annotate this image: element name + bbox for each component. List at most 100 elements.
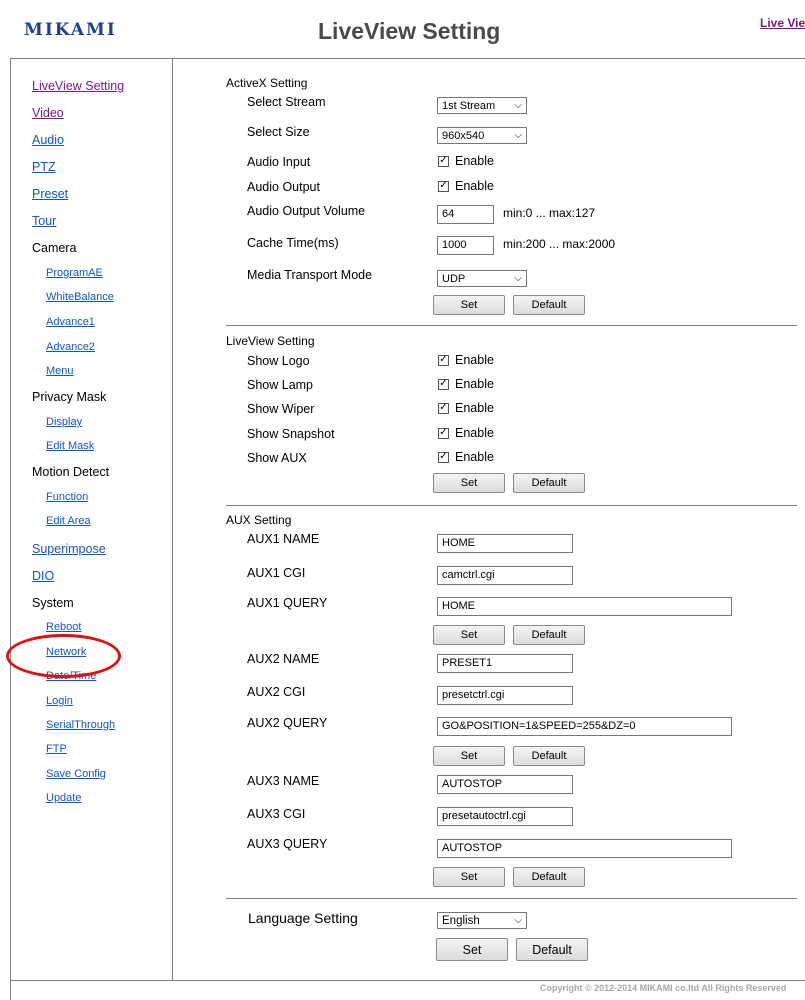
sidebar-item-tour[interactable]: Tour <box>32 214 56 228</box>
sidebar-item-ptz[interactable]: PTZ <box>32 160 56 174</box>
activex-title: ActiveX Setting <box>226 76 308 90</box>
sidebar-item-liveview-setting[interactable]: LiveView Setting <box>32 79 124 93</box>
sidebar-item-update[interactable]: Update <box>46 792 81 804</box>
sidebar-section-system: System <box>32 596 74 610</box>
section-divider <box>226 325 797 326</box>
aux1-default-button[interactable]: Default <box>513 625 585 645</box>
language-default-button[interactable]: Default <box>516 938 588 961</box>
enable-label: Enable <box>455 353 494 367</box>
aux2-query-input[interactable]: GO&POSITION=1&SPEED=255&DZ=0 <box>437 717 732 736</box>
sidebar-section-camera: Camera <box>32 241 77 255</box>
select-size-label: Select Size <box>247 125 310 139</box>
sidebar-item-advance2[interactable]: Advance2 <box>46 341 95 353</box>
highlight-circle <box>6 634 121 678</box>
sidebar-item-edit-area[interactable]: Edit Area <box>46 515 91 527</box>
show-logo-checkbox[interactable]: ✓ Enable <box>438 353 494 367</box>
sidebar-item-edit-mask[interactable]: Edit Mask <box>46 440 94 452</box>
footer-divider <box>10 980 805 981</box>
audio-output-checkbox[interactable]: ✓ Enable <box>438 179 494 193</box>
language-setting-label: Language Setting <box>248 910 358 926</box>
aux1-name-label: AUX1 NAME <box>247 532 320 546</box>
header-divider <box>10 58 805 59</box>
checkmark-icon: ✓ <box>438 155 449 167</box>
sidebar-item-advance1[interactable]: Advance1 <box>46 316 95 328</box>
cache-time-label: Cache Time(ms) <box>247 236 339 250</box>
chevron-down-icon: ⌵ <box>514 130 522 141</box>
sidebar-item-function[interactable]: Function <box>46 491 88 503</box>
aux3-cgi-input[interactable]: presetautoctrl.cgi <box>437 807 573 826</box>
aux-title: AUX Setting <box>226 513 292 527</box>
aux1-name-input[interactable]: HOME <box>437 534 573 553</box>
aux3-name-label: AUX3 NAME <box>247 774 320 788</box>
sidebar-divider <box>172 58 173 980</box>
sidebar-item-dio[interactable]: DIO <box>32 569 54 583</box>
aux1-query-input[interactable]: HOME <box>437 597 732 616</box>
aux2-default-button[interactable]: Default <box>513 746 585 766</box>
checkmark-icon: ✓ <box>438 451 449 463</box>
volume-range-hint: min:0 ... max:127 <box>503 206 596 220</box>
aux3-default-button[interactable]: Default <box>513 867 585 887</box>
live-view-link[interactable]: Live View <box>760 16 805 30</box>
sidebar-item-save-config[interactable]: Save Config <box>46 768 106 780</box>
language-set-button[interactable]: Set <box>436 938 508 961</box>
cache-time-input[interactable]: 1000 <box>437 236 494 255</box>
sidebar-item-superimpose[interactable]: Superimpose <box>32 542 106 556</box>
activex-default-button[interactable]: Default <box>513 295 585 315</box>
select-stream-dropdown[interactable]: 1st Stream ⌵ <box>437 97 527 114</box>
activex-set-button[interactable]: Set <box>433 295 505 315</box>
sidebar-section-motion-detect: Motion Detect <box>32 465 110 479</box>
aux1-cgi-input[interactable]: camctrl.cgi <box>437 566 573 585</box>
chevron-down-icon: ⌵ <box>514 915 522 926</box>
sidebar-item-display[interactable]: Display <box>46 416 82 428</box>
sidebar-item-video[interactable]: Video <box>32 106 64 120</box>
show-wiper-label: Show Wiper <box>247 402 315 416</box>
aux1-set-button[interactable]: Set <box>433 625 505 645</box>
sidebar-item-login[interactable]: Login <box>46 695 73 707</box>
checkmark-icon: ✓ <box>438 378 449 390</box>
sidebar-item-whitebalance[interactable]: WhiteBalance <box>46 291 114 303</box>
aux3-query-label: AUX3 QUERY <box>247 837 328 851</box>
sidebar-item-programae[interactable]: ProgramAE <box>46 267 103 279</box>
aux2-cgi-label: AUX2 CGI <box>247 685 306 699</box>
select-size-dropdown[interactable]: 960x540 ⌵ <box>437 127 527 144</box>
select-stream-value: 1st Stream <box>442 99 496 112</box>
section-divider <box>226 898 797 899</box>
show-snapshot-checkbox[interactable]: ✓ Enable <box>438 426 494 440</box>
media-transport-label: Media Transport Mode <box>247 268 373 282</box>
sidebar-item-ftp[interactable]: FTP <box>46 743 67 755</box>
aux2-query-label: AUX2 QUERY <box>247 716 328 730</box>
sidebar-item-audio[interactable]: Audio <box>32 133 64 147</box>
aux2-cgi-input[interactable]: presetctrl.cgi <box>437 686 573 705</box>
sidebar-item-serialthrough[interactable]: SerialThrough <box>46 719 115 731</box>
section-divider <box>226 505 797 506</box>
chevron-down-icon: ⌵ <box>514 100 522 111</box>
checkmark-icon: ✓ <box>438 427 449 439</box>
show-lamp-checkbox[interactable]: ✓ Enable <box>438 377 494 391</box>
copyright-text: Copyright © 2012-2014 MIKAMI co.ltd All … <box>540 983 787 993</box>
sidebar-item-preset[interactable]: Preset <box>32 187 68 201</box>
audio-input-checkbox[interactable]: ✓ Enable <box>438 154 494 168</box>
audio-input-label: Audio Input <box>247 155 311 169</box>
aux2-name-input[interactable]: PRESET1 <box>437 654 573 673</box>
audio-output-label: Audio Output <box>247 180 320 194</box>
enable-label: Enable <box>455 426 494 440</box>
checkmark-icon: ✓ <box>438 354 449 366</box>
liveview-set-button[interactable]: Set <box>433 473 505 493</box>
aux3-set-button[interactable]: Set <box>433 867 505 887</box>
language-dropdown[interactable]: English ⌵ <box>437 912 527 929</box>
aux3-query-input[interactable]: AUTOSTOP <box>437 839 732 858</box>
media-transport-dropdown[interactable]: UDP ⌵ <box>437 270 527 287</box>
audio-output-volume-input[interactable]: 64 <box>437 205 494 224</box>
sidebar-item-reboot[interactable]: Reboot <box>46 621 81 633</box>
aux2-set-button[interactable]: Set <box>433 746 505 766</box>
media-transport-value: UDP <box>442 272 466 285</box>
mikami-logo: MIKAMI <box>24 20 117 40</box>
sidebar-item-menu[interactable]: Menu <box>46 365 74 377</box>
aux3-name-input[interactable]: AUTOSTOP <box>437 775 573 794</box>
show-aux-checkbox[interactable]: ✓ Enable <box>438 450 494 464</box>
liveview-default-button[interactable]: Default <box>513 473 585 493</box>
left-border <box>10 58 11 1000</box>
show-wiper-checkbox[interactable]: ✓ Enable <box>438 401 494 415</box>
select-size-value: 960x540 <box>442 129 485 142</box>
liveview-title: LiveView Setting <box>226 334 315 348</box>
